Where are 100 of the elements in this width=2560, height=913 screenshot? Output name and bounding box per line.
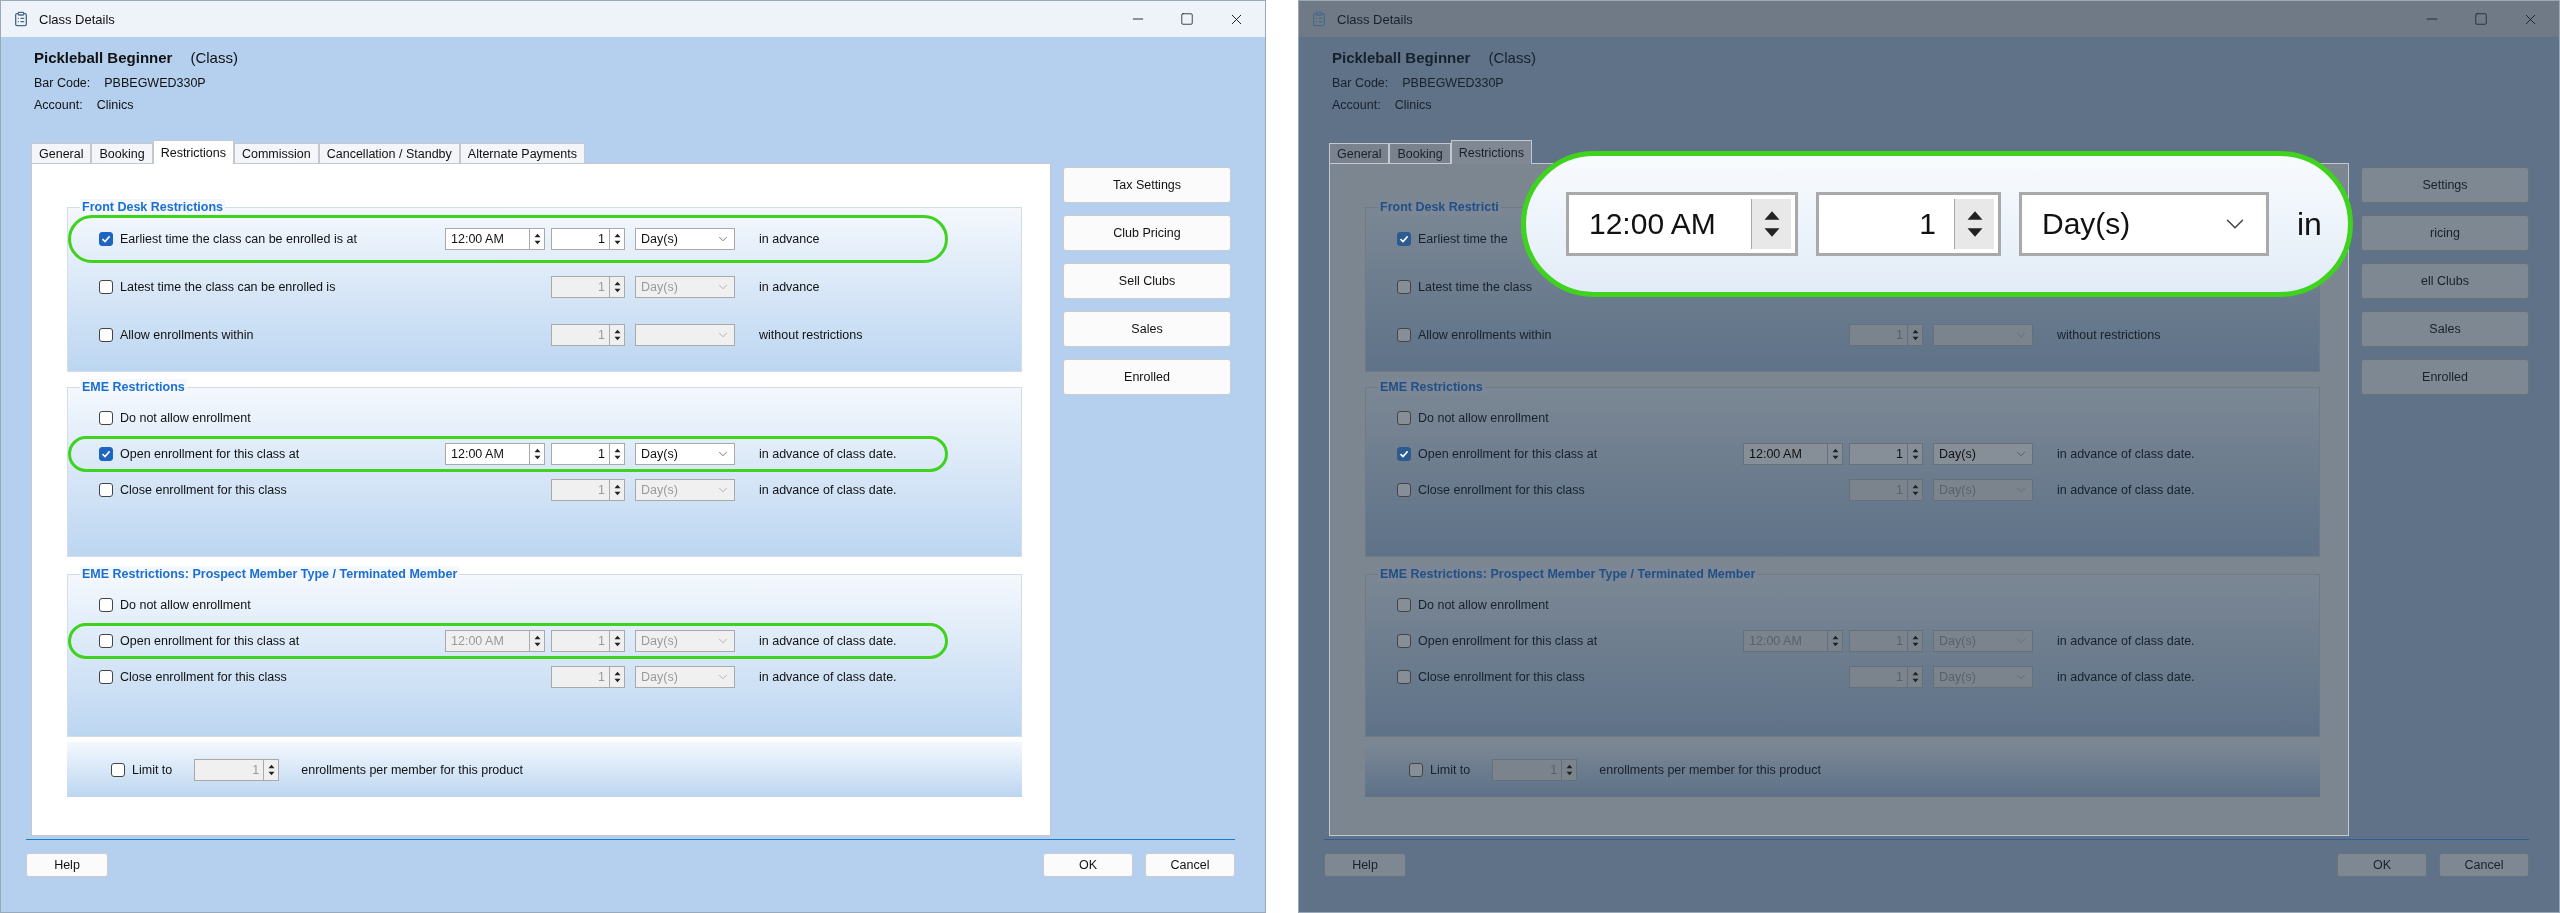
side-button[interactable]: Sell Clubs bbox=[1063, 263, 1231, 299]
field-value: Clinics bbox=[96, 98, 134, 112]
checkbox[interactable] bbox=[99, 634, 113, 648]
checkbox[interactable] bbox=[99, 280, 113, 294]
number-field[interactable]: 1 bbox=[551, 228, 625, 250]
up-down-arrows-icon bbox=[613, 671, 621, 683]
maximize-icon[interactable] bbox=[1180, 12, 1194, 26]
time-field[interactable]: 12:00 AM bbox=[445, 228, 545, 250]
checkbox[interactable] bbox=[1409, 762, 1423, 777]
checkbox[interactable] bbox=[99, 232, 113, 246]
suffix-label: in advance of class date. bbox=[2057, 483, 2195, 497]
checkbox[interactable] bbox=[1397, 328, 1411, 342]
spin-buttons[interactable] bbox=[1751, 199, 1791, 249]
suffix-label: in advance of class date. bbox=[2057, 634, 2195, 648]
number-field[interactable]: 1 bbox=[1849, 443, 1923, 465]
option-label: Latest time the class bbox=[1418, 280, 1532, 294]
field-label: Account: bbox=[1332, 98, 1381, 112]
checkbox[interactable] bbox=[1397, 598, 1411, 612]
side-button[interactable]: Enrolled bbox=[2361, 359, 2529, 395]
checkbox[interactable] bbox=[1397, 670, 1411, 684]
cancel-button[interactable]: Cancel bbox=[1145, 853, 1235, 877]
help-button[interactable]: Help bbox=[1324, 853, 1406, 877]
side-button[interactable]: Sales bbox=[1063, 311, 1231, 347]
checkmark-icon bbox=[1399, 449, 1409, 459]
cancel-button[interactable]: Cancel bbox=[2439, 853, 2529, 877]
field-value: PBBEGWED330P bbox=[1402, 76, 1504, 90]
up-down-arrows-icon bbox=[1911, 484, 1919, 496]
checkbox[interactable] bbox=[99, 447, 113, 461]
unit-dropdown[interactable]: Day(s) bbox=[635, 228, 735, 250]
up-down-arrows-icon bbox=[533, 448, 541, 460]
unit-dropdown[interactable]: Day(s) bbox=[635, 443, 735, 465]
side-button[interactable]: Tax Settings bbox=[1063, 167, 1231, 203]
clipboard-icon bbox=[1311, 11, 1327, 27]
time-field[interactable]: 12:00 AM bbox=[1566, 192, 1798, 256]
class-type: (Class) bbox=[190, 49, 238, 66]
checkbox[interactable] bbox=[1397, 483, 1411, 497]
checkmark-icon bbox=[1399, 234, 1409, 244]
ok-button[interactable]: OK bbox=[2337, 853, 2427, 877]
checkbox[interactable] bbox=[1397, 634, 1411, 648]
option-label: Close enrollment for this class bbox=[120, 483, 287, 497]
ok-button[interactable]: OK bbox=[1043, 853, 1133, 877]
option-label: Do not allow enrollment bbox=[1418, 411, 1549, 425]
suffix-label: in advance of class date. bbox=[759, 447, 897, 461]
clipboard-icon bbox=[13, 11, 29, 27]
up-down-arrows-icon bbox=[533, 233, 541, 245]
option-label: Earliest time the class can be enrolled is at bbox=[120, 232, 357, 246]
number-field[interactable]: 1 bbox=[551, 443, 625, 465]
checkbox[interactable] bbox=[1397, 447, 1411, 461]
group-title: EME Restrictions: Prospect Member Type / Terminated Member bbox=[1378, 566, 1758, 582]
time-field[interactable]: 12:00 AM bbox=[445, 443, 545, 465]
checkbox[interactable] bbox=[1397, 232, 1411, 246]
option-label: Do not allow enrollment bbox=[120, 411, 251, 425]
up-down-arrows-icon bbox=[613, 329, 621, 341]
side-button[interactable]: ricing bbox=[2361, 215, 2529, 251]
tab[interactable]: Alternate Payments bbox=[459, 143, 585, 163]
tab[interactable]: General bbox=[1329, 143, 1390, 163]
checkbox[interactable] bbox=[111, 762, 125, 777]
tab[interactable]: General bbox=[31, 143, 92, 163]
tab[interactable]: Commission bbox=[233, 143, 319, 163]
checkbox[interactable] bbox=[99, 411, 113, 425]
side-button[interactable]: Sales bbox=[2361, 311, 2529, 347]
spin-buttons[interactable] bbox=[1954, 199, 1994, 249]
suffix-label: enrollments per member for this product bbox=[1599, 762, 1821, 777]
checkbox[interactable] bbox=[99, 670, 113, 684]
up-down-arrows-icon bbox=[1911, 448, 1919, 460]
suffix-label: in advance of class date. bbox=[2057, 447, 2195, 461]
option-label: Open enrollment for this class at bbox=[1418, 447, 1598, 461]
up-down-arrows-icon bbox=[1911, 671, 1919, 683]
class-type: (Class) bbox=[1488, 49, 1536, 66]
checkbox[interactable] bbox=[99, 483, 113, 497]
suffix-label: without restrictions bbox=[759, 328, 863, 342]
up-down-arrows-icon bbox=[613, 484, 621, 496]
side-button[interactable]: Club Pricing bbox=[1063, 215, 1231, 251]
up-down-arrows-icon bbox=[1762, 209, 1781, 239]
up-down-arrows-icon bbox=[1565, 763, 1573, 776]
field-label: Bar Code: bbox=[34, 76, 91, 90]
suffix-label: in advance bbox=[759, 280, 820, 294]
number-field[interactable]: 1 bbox=[1816, 192, 2001, 256]
up-down-arrows-icon bbox=[1965, 209, 1984, 239]
side-button[interactable]: Enrolled bbox=[1063, 359, 1231, 395]
unit-dropdown[interactable]: Day(s) bbox=[2019, 192, 2269, 256]
side-button[interactable]: ell Clubs bbox=[2361, 263, 2529, 299]
tab[interactable]: Restrictions bbox=[1450, 140, 1532, 164]
unit-dropdown[interactable]: Day(s) bbox=[1933, 443, 2033, 465]
up-down-arrows-icon bbox=[1911, 635, 1919, 647]
checkbox[interactable] bbox=[99, 328, 113, 342]
option-label: Close enrollment for this class bbox=[120, 670, 287, 684]
time-field[interactable]: 12:00 AM bbox=[1743, 443, 1843, 465]
help-button[interactable]: Help bbox=[26, 853, 108, 877]
tab[interactable]: Booking bbox=[1389, 143, 1451, 163]
checkbox[interactable] bbox=[1397, 411, 1411, 425]
option-label: Latest time the class can be enrolled is bbox=[120, 280, 336, 294]
checkbox[interactable] bbox=[1397, 280, 1411, 294]
up-down-arrows-icon bbox=[1911, 329, 1919, 341]
tab[interactable]: Restrictions bbox=[152, 140, 234, 164]
side-button[interactable]: Settings bbox=[2361, 167, 2529, 203]
checkbox[interactable] bbox=[99, 598, 113, 612]
class-name: Pickleball Beginner bbox=[1332, 49, 1471, 66]
tab[interactable]: Booking bbox=[91, 143, 153, 163]
tab[interactable]: Cancellation / Standby bbox=[318, 143, 460, 163]
